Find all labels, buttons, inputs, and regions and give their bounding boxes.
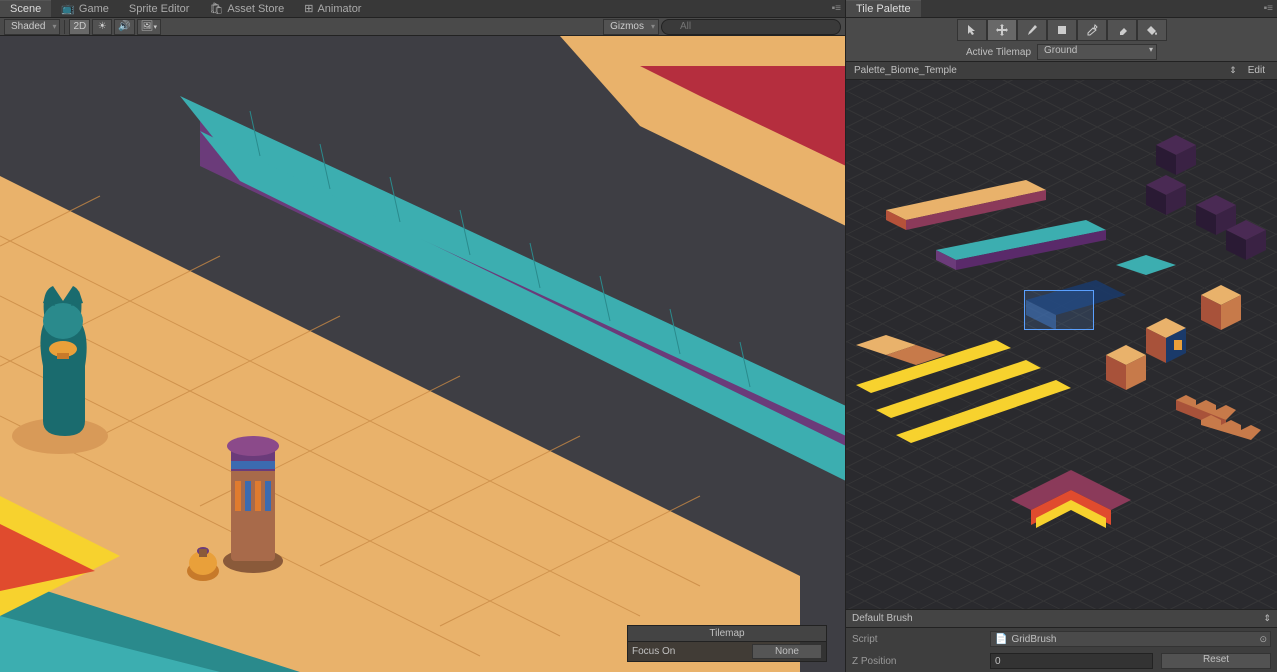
- active-tilemap-label: Active Tilemap: [966, 47, 1031, 58]
- mode-2d-button[interactable]: 2D: [69, 19, 90, 35]
- gizmos-dropdown[interactable]: Gizmos: [603, 19, 659, 35]
- tab-tile-palette[interactable]: Tile Palette: [846, 0, 921, 17]
- box-icon: [1056, 24, 1068, 36]
- reset-button[interactable]: Reset: [1161, 653, 1271, 669]
- tab-scene[interactable]: Scene: [0, 0, 51, 17]
- tile-selection-box: [1024, 290, 1094, 330]
- fx-toggle[interactable]: 🖼▾: [137, 19, 161, 35]
- shading-dropdown[interactable]: Shaded: [4, 19, 60, 35]
- game-icon: 📺: [61, 2, 75, 15]
- palette-tab-menu-icon[interactable]: ▪≡: [1264, 3, 1273, 14]
- picker-tool[interactable]: [1077, 19, 1107, 41]
- tab-animator[interactable]: ⊞Animator: [294, 0, 371, 17]
- focus-on-dropdown[interactable]: None: [752, 644, 822, 659]
- image-icon: 🖼: [141, 21, 154, 32]
- cursor-icon: [966, 24, 978, 36]
- palette-name-dropdown[interactable]: Palette_Biome_Temple: [850, 65, 1240, 76]
- erase-tool[interactable]: [1107, 19, 1137, 41]
- lighting-toggle[interactable]: ☀: [92, 19, 112, 35]
- scene-toolbar: Shaded 2D ☀ 🔊 🖼▾ Gizmos 🔍: [0, 18, 845, 36]
- eyedropper-icon: [1086, 24, 1098, 36]
- brush-inspector: Default Brush Script 📄GridBrush Z Positi…: [846, 609, 1277, 672]
- move-icon: [995, 23, 1009, 37]
- box-tool[interactable]: [1047, 19, 1077, 41]
- zposition-field[interactable]: 0: [990, 653, 1153, 669]
- animator-icon: ⊞: [304, 2, 313, 15]
- right-tab-bar: Tile Palette ▪≡: [846, 0, 1277, 18]
- bucket-icon: [1146, 24, 1158, 36]
- focus-on-label: Focus On: [632, 646, 746, 657]
- tilemap-overlay: Tilemap Focus On None: [627, 625, 827, 662]
- brush-tool[interactable]: [1017, 19, 1047, 41]
- eraser-icon: [1116, 24, 1128, 36]
- script-label: Script: [852, 634, 982, 645]
- script-icon: 📄: [995, 634, 1007, 645]
- script-field[interactable]: 📄GridBrush: [990, 631, 1271, 647]
- scene-viewport[interactable]: Tilemap Focus On None: [0, 36, 845, 672]
- active-tilemap-dropdown[interactable]: Ground: [1037, 44, 1157, 60]
- scene-search-input[interactable]: [661, 19, 841, 35]
- brush-icon: [1026, 24, 1038, 36]
- palette-selector-bar: Palette_Biome_Temple Edit: [846, 62, 1277, 80]
- audio-toggle[interactable]: 🔊: [114, 19, 134, 35]
- brush-dropdown[interactable]: Default Brush: [846, 610, 1277, 628]
- zposition-label: Z Position: [852, 656, 982, 667]
- palette-grid-viewport[interactable]: [846, 80, 1277, 609]
- overlay-title: Tilemap: [628, 626, 826, 642]
- iso-stage: [0, 36, 845, 672]
- tab-sprite-editor[interactable]: Sprite Editor: [119, 1, 200, 17]
- store-icon: 🛍: [209, 2, 223, 15]
- tab-game[interactable]: 📺Game: [51, 0, 119, 17]
- palette-tools: Active Tilemap Ground: [846, 18, 1277, 62]
- audio-icon: 🔊: [118, 21, 130, 32]
- palette-edit-button[interactable]: Edit: [1240, 65, 1273, 76]
- fill-tool[interactable]: [1137, 19, 1167, 41]
- tab-asset-store[interactable]: 🛍Asset Store: [199, 0, 294, 17]
- select-tool[interactable]: [957, 19, 987, 41]
- move-tool[interactable]: [987, 19, 1017, 41]
- left-tab-bar: Scene 📺Game Sprite Editor 🛍Asset Store ⊞…: [0, 0, 845, 18]
- tab-menu-icon[interactable]: ▪≡: [832, 3, 841, 14]
- sun-icon: ☀: [98, 21, 107, 32]
